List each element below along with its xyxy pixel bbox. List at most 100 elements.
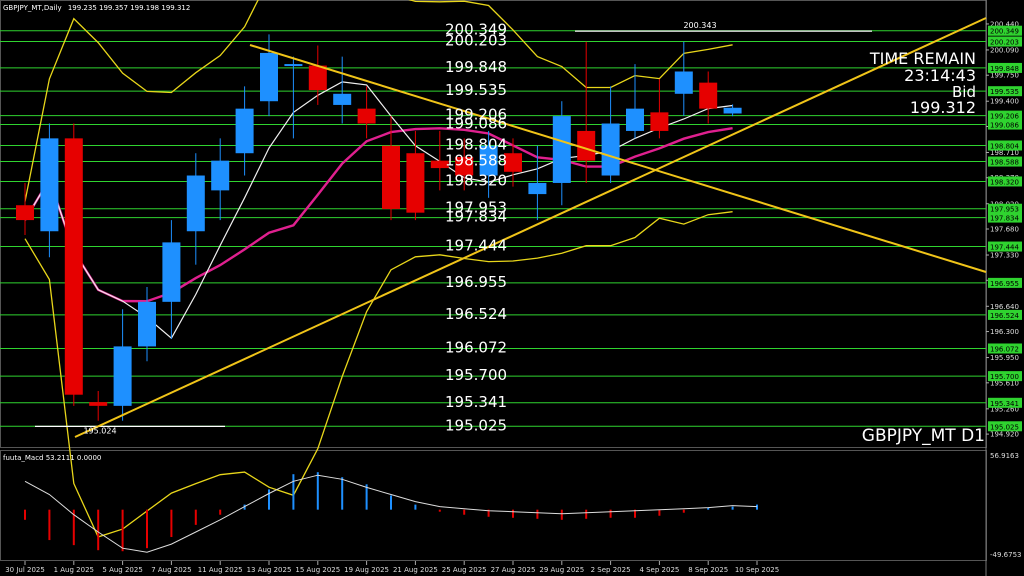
bull-candle-body — [162, 242, 181, 302]
bear-candle-body — [699, 82, 718, 109]
level-axis-tag-label: 195.025 — [990, 423, 1019, 431]
overlay-indicators — [23, 0, 733, 538]
level-axis-tag-label: 199.086 — [990, 122, 1019, 130]
ohlc-values: 199.235 199.357 199.198 199.312 — [68, 4, 190, 12]
level-axis-tag-label: 199.206 — [990, 113, 1019, 121]
bull-candle-body — [723, 107, 742, 114]
level-label: 197.834 — [445, 208, 507, 226]
level-label: 198.588 — [445, 152, 507, 170]
level-label: 196.072 — [445, 338, 507, 356]
bull-candle-body — [674, 71, 693, 94]
high-price-label: 200.343 — [683, 21, 716, 30]
date-tick-label: 1 Aug 2025 — [54, 566, 94, 574]
candles — [16, 34, 742, 421]
price-tick-label: 200.090 — [990, 46, 1019, 54]
macd-signal-line — [24, 474, 758, 553]
price-tick-label: 195.950 — [990, 354, 1019, 362]
bull-candle-body — [552, 116, 571, 183]
bear-candle-body — [16, 205, 34, 221]
bull-candle-body — [211, 160, 230, 191]
bid-value: 199.312 — [910, 98, 976, 117]
bull-candle-body — [626, 108, 644, 131]
price-tick-label: 197.330 — [990, 252, 1019, 260]
bear-candle-body — [308, 65, 327, 91]
low-price-label: 195.024 — [83, 426, 116, 435]
bear-candle-body — [650, 112, 669, 131]
bear-candle-body — [382, 145, 400, 209]
bear-candle-body — [64, 138, 83, 395]
bull-candle-body — [186, 175, 205, 232]
level-label: 197.444 — [445, 237, 507, 255]
level-axis-tag-label: 196.524 — [990, 312, 1019, 320]
date-tick-label: 11 Aug 2025 — [198, 566, 243, 574]
bull-candle-body — [138, 301, 156, 347]
level-label: 195.341 — [445, 393, 507, 411]
date-tick-label: 29 Aug 2025 — [539, 566, 584, 574]
date-tick-label: 2 Sep 2025 — [591, 566, 631, 574]
level-label: 199.086 — [445, 115, 507, 133]
level-axis-tag-label: 198.588 — [990, 159, 1019, 167]
level-axis-tag-label: 195.700 — [990, 373, 1019, 381]
level-axis-tag-label: 195.341 — [990, 400, 1019, 408]
level-label: 196.524 — [445, 305, 507, 323]
bull-candle-body — [113, 346, 132, 406]
dotted-ma-line — [24, 127, 733, 302]
falling-trendline — [249, 44, 987, 273]
macd-header: fuuta_Macd 53.2111 0.0000 — [3, 454, 101, 462]
level-axis-tag-label: 199.848 — [990, 65, 1019, 73]
level-label: 196.955 — [445, 273, 507, 291]
date-tick-label: 8 Sep 2025 — [688, 566, 728, 574]
level-label: 195.700 — [445, 366, 507, 384]
date-tick-label: 10 Sep 2025 — [735, 566, 779, 574]
date-tick-label: 30 Jul 2025 — [5, 566, 45, 574]
bear-candle-body — [89, 402, 108, 406]
bull-candle-body — [333, 93, 352, 105]
bear-candle-body — [357, 108, 376, 124]
date-tick-label: 27 Aug 2025 — [491, 566, 536, 574]
level-axis-tag-label: 197.953 — [990, 206, 1019, 214]
level-axis-tag-label: 200.349 — [990, 28, 1019, 36]
chart-window[interactable]: 200.349 200.203 199.848 199.535 199.206 199.0… — [0, 0, 1024, 576]
date-tick-label: 13 Aug 2025 — [247, 566, 292, 574]
symbol-name: GBPJPY_MT,Daily — [3, 4, 62, 12]
date-tick-label: 21 Aug 2025 — [393, 566, 438, 574]
bull-candle-body — [601, 123, 620, 176]
price-axis: 200.440200.090199.750199.400199.060198.7… — [986, 20, 1022, 439]
level-axis-tag-label: 197.834 — [990, 215, 1019, 223]
level-label: 200.203 — [445, 32, 507, 50]
level-axis-tag-label: 199.535 — [990, 88, 1019, 96]
date-tick-label: 7 Aug 2025 — [151, 566, 191, 574]
date-tick-label: 19 Aug 2025 — [344, 566, 389, 574]
price-tick-label: 199.400 — [990, 98, 1019, 106]
bull-candle-body — [284, 64, 303, 67]
macd-axis-max-label: 56.9163 — [990, 452, 1019, 460]
level-axis-tag-label: 196.072 — [990, 345, 1019, 353]
macd-axis-min-label: -49.6753 — [990, 551, 1021, 559]
price-tick-label: 196.640 — [990, 303, 1019, 311]
trendlines — [35, 17, 987, 438]
symbol-title: GBPJPY_MT,Daily 199.235 199.357 199.198 … — [3, 4, 190, 12]
date-tick-label: 15 Aug 2025 — [295, 566, 340, 574]
level-label: 199.535 — [445, 81, 507, 99]
date-tick-label: 5 Aug 2025 — [102, 566, 142, 574]
pink-ma-line — [23, 127, 733, 303]
corner-symbol-label: GBPJPY_MT D1 — [862, 426, 985, 446]
rising-trendline — [74, 17, 987, 438]
level-axis-tag-label: 200.203 — [990, 39, 1019, 47]
level-label: 195.025 — [445, 416, 507, 434]
date-axis: 30 Jul 2025 1 Aug 2025 5 Aug 2025 7 Aug 202… — [5, 561, 779, 574]
level-axis-tag-label: 197.444 — [990, 244, 1019, 252]
bull-candle-body — [235, 108, 254, 154]
level-axis-tag-label: 198.804 — [990, 143, 1019, 151]
bull-candle-body — [40, 138, 59, 232]
level-label: 199.848 — [445, 58, 507, 76]
level-label: 198.320 — [445, 171, 507, 189]
price-chart[interactable]: 200.349200.203199.848199.535199.206199.0… — [0, 0, 1024, 576]
price-tick-label: 197.680 — [990, 226, 1019, 234]
price-tick-label: 196.300 — [990, 328, 1019, 336]
level-axis-tag-label: 196.955 — [990, 280, 1019, 288]
macd-panel: fuuta_Macd 53.2111 0.0000 56.9163 -49.6753 — [3, 452, 1021, 559]
macd-panel-frame — [0, 450, 987, 561]
bear-candle-body — [406, 153, 425, 213]
date-tick-label: 4 Sep 2025 — [639, 566, 679, 574]
